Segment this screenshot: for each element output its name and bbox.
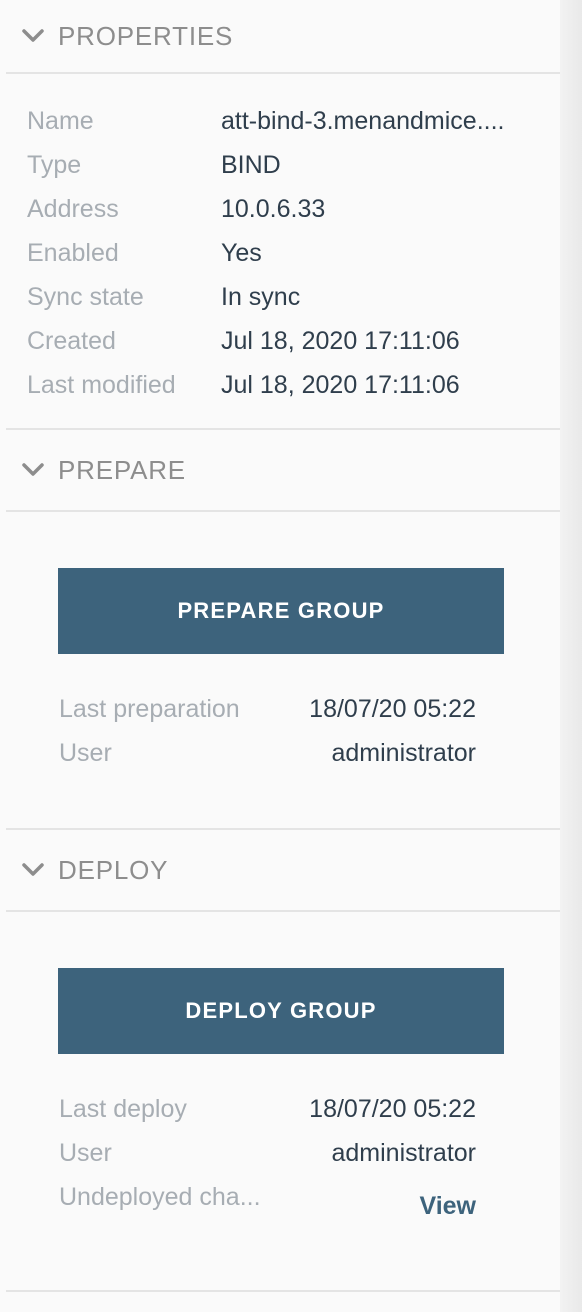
prepare-section-header[interactable]: PREPARE <box>6 430 560 512</box>
last-modified-value: Jul 18, 2020 17:11:06 <box>221 371 460 399</box>
deploy-section-header[interactable]: DEPLOY <box>6 830 560 912</box>
address-value: 10.0.6.33 <box>221 195 326 223</box>
sync-state-value: In sync <box>221 283 301 311</box>
address-label: Address <box>27 195 119 223</box>
undeployed-changes-label: Undeployed cha... <box>59 1183 261 1211</box>
prepare-group-button[interactable]: PREPARE GROUP <box>58 568 504 654</box>
chevron-down-icon <box>20 457 46 483</box>
deploy-group-button[interactable]: DEPLOY GROUP <box>58 968 504 1054</box>
deploy-user-value: administrator <box>331 1139 477 1167</box>
chevron-down-icon <box>20 23 46 49</box>
deploy-section-title: DEPLOY <box>58 854 169 885</box>
type-label: Type <box>27 151 82 179</box>
enabled-label: Enabled <box>27 239 119 267</box>
name-value: att-bind-3.menandmice.... <box>221 107 505 135</box>
prepare-user-value: administrator <box>331 739 477 767</box>
properties-section-header[interactable]: PROPERTIES <box>6 0 560 74</box>
last-deploy-label: Last deploy <box>59 1095 187 1123</box>
properties-panel: PROPERTIES Name att-bind-3.menandmice...… <box>0 0 560 1312</box>
section-divider <box>6 1290 560 1292</box>
last-preparation-value: 18/07/20 05:22 <box>309 695 476 723</box>
created-label: Created <box>27 327 116 355</box>
prepare-section-title: PREPARE <box>58 454 186 485</box>
prepare-user-label: User <box>59 739 112 767</box>
name-label: Name <box>27 107 94 135</box>
properties-section-title: PROPERTIES <box>58 20 234 51</box>
enabled-value: Yes <box>221 239 262 267</box>
panel-edge <box>560 0 582 1312</box>
last-deploy-value: 18/07/20 05:22 <box>309 1095 476 1123</box>
last-modified-label: Last modified <box>27 371 176 399</box>
type-value: BIND <box>221 151 281 179</box>
sync-state-label: Sync state <box>27 283 144 311</box>
last-preparation-label: Last preparation <box>59 695 240 723</box>
created-value: Jul 18, 2020 17:11:06 <box>221 327 460 355</box>
view-undeployed-link[interactable]: View <box>419 1192 476 1221</box>
chevron-down-icon <box>20 857 46 883</box>
deploy-user-label: User <box>59 1139 112 1167</box>
